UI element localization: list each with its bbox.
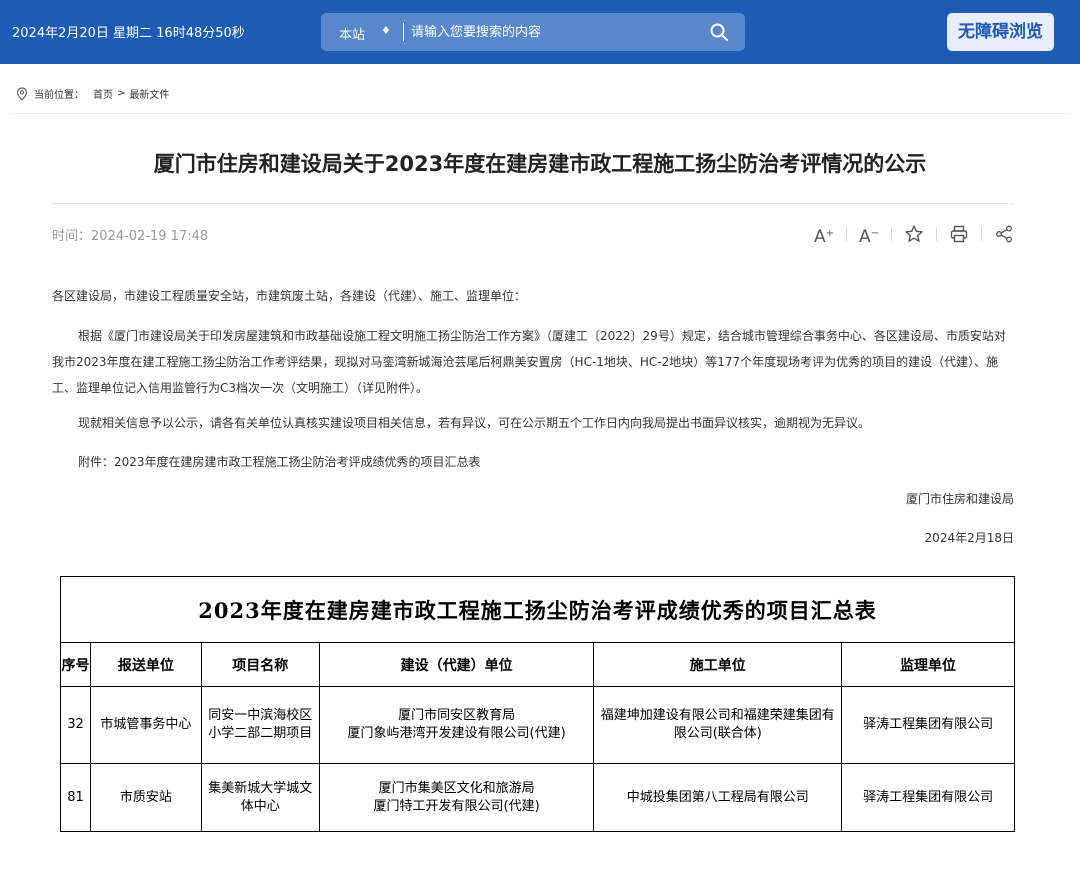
main-paragraph: 根据《厦门市建设局关于印发房屋建筑和市政基础设施工程文明施工扬尘防治工作方案》（… (52, 329, 1006, 395)
publish-time: 时间：2024-02-19 17:48 (52, 229, 209, 244)
article-toolbar: A+ A− (812, 222, 1016, 247)
search-input[interactable] (411, 19, 691, 45)
cell-builder: 厦门市集美区文化和旅游局 厦门特工开发有限公司(代建) (318, 763, 595, 832)
breadcrumb-latest-docs-link[interactable]: 最新文件 (129, 86, 169, 101)
summary-table: 2023年度在建房建市政工程施工扬尘防治考评成绩优秀的项目汇总表 序号 报送单位… (60, 576, 1015, 832)
cell-supervisor: 驿涛工程集团有限公司 (841, 763, 1015, 832)
location-pin-icon (16, 86, 28, 101)
notice-paragraph: 现就相关信息予以公示，请各有关单位认真核实建设项目相关信息，若有异议，可在公示期… (78, 416, 871, 430)
cell-builder-line: 厦门市同安区教育局 (398, 708, 516, 723)
star-icon[interactable] (902, 222, 926, 246)
cell-supervisor: 驿涛工程集团有限公司 (841, 686, 1015, 764)
header-cell-supervisor: 监理单位 (841, 642, 1015, 687)
table-title: 2023年度在建房建市政工程施工扬尘防治考评成绩优秀的项目汇总表 (60, 576, 1015, 643)
table-header-row: 序号 报送单位 项目名称 建设（代建）单位 施工单位 监理单位 (60, 642, 1015, 687)
toolbar-separator (981, 227, 982, 241)
cell-no: 32 (60, 686, 91, 764)
signature-date: 2024年2月18日 (924, 531, 1014, 545)
header-cell-no: 序号 (60, 642, 91, 687)
accessibility-button[interactable]: 无障碍浏览 (947, 13, 1054, 51)
cell-submitter: 市质安站 (89, 763, 202, 832)
search-divider (403, 23, 404, 41)
header-cell-builder: 建设（代建）单位 (318, 642, 595, 687)
cell-builder: 厦门市同安区教育局 厦门象屿港湾开发建设有限公司(代建) (318, 686, 595, 764)
toolbar-separator (891, 227, 892, 241)
header-cell-project: 项目名称 (200, 642, 320, 687)
breadcrumb-separator: > (117, 88, 126, 99)
cell-project: 集美新城大学城文体中心 (200, 763, 320, 832)
cell-project: 同安一中滨海校区小学二部二期项目 (200, 686, 320, 764)
cell-contractor: 中城投集团第八工程局有限公司 (593, 763, 843, 832)
cell-submitter: 市城管事务中心 (89, 686, 202, 764)
breadcrumb-label: 当前位置： (34, 90, 84, 101)
search-scope-select[interactable]: 本站 (339, 24, 365, 43)
current-datetime: 2024年2月20日 星期二 16时48分50秒 (12, 26, 245, 41)
breadcrumb-divider (12, 113, 1068, 114)
breadcrumb: 当前位置： 首页 > 最新文件 (16, 86, 169, 101)
title-divider (52, 203, 1014, 204)
breadcrumb-home-link[interactable]: 首页 (93, 86, 113, 101)
font-increase-icon[interactable]: A+ (812, 222, 836, 247)
toolbar-separator (846, 227, 847, 241)
header-cell-submitter: 报送单位 (89, 642, 202, 687)
font-increase-label: A (813, 227, 826, 247)
font-decrease-label: A (858, 227, 871, 247)
table-row: 32 市城管事务中心 同安一中滨海校区小学二部二期项目 厦门市同安区教育局 厦门… (60, 686, 1015, 764)
font-decrease-icon[interactable]: A− (857, 222, 881, 247)
toolbar-separator (936, 227, 937, 241)
summary-table-image: 2023年度在建房建市政工程施工扬尘防治考评成绩优秀的项目汇总表 序号 报送单位… (60, 576, 1015, 832)
cell-builder-line: 厦门特工开发有限公司(代建) (373, 798, 540, 814)
cell-builder-line: 厦门象屿港湾开发建设有限公司(代建) (347, 726, 566, 741)
print-icon[interactable] (947, 222, 971, 246)
article-title: 厦门市住房和建设局关于2023年度在建房建市政工程施工扬尘防治考评情况的公示 (153, 152, 927, 176)
search-bar: 本站 ♦ (321, 13, 745, 51)
signature-text: 厦门市住房和建设局 (905, 492, 1014, 506)
attachment-text: 附件：2023年度在建房建市政工程施工扬尘防治考评成绩优秀的项目汇总表 (78, 455, 481, 469)
greeting-text: 各区建设局，市建设工程质量安全站，市建筑废土站，各建设（代建）、施工、监理单位： (52, 289, 527, 303)
header-cell-contractor: 施工单位 (593, 642, 843, 687)
cell-no: 81 (60, 763, 91, 832)
search-icon[interactable] (709, 22, 729, 42)
top-bar: 2024年2月20日 星期二 16时48分50秒 本站 ♦ 无障碍浏览 (0, 0, 1080, 64)
table-row: 81 市质安站 集美新城大学城文体中心 厦门市集美区文化和旅游局 厦门特工开发有… (60, 763, 1015, 832)
cell-contractor: 福建坤加建设有限公司和福建荣建集团有限公司(联合体) (593, 686, 843, 764)
share-icon[interactable] (992, 222, 1016, 246)
scope-caret-icon[interactable]: ♦ (381, 23, 391, 39)
cell-builder-line: 厦门市集美区文化和旅游局 (378, 780, 535, 796)
